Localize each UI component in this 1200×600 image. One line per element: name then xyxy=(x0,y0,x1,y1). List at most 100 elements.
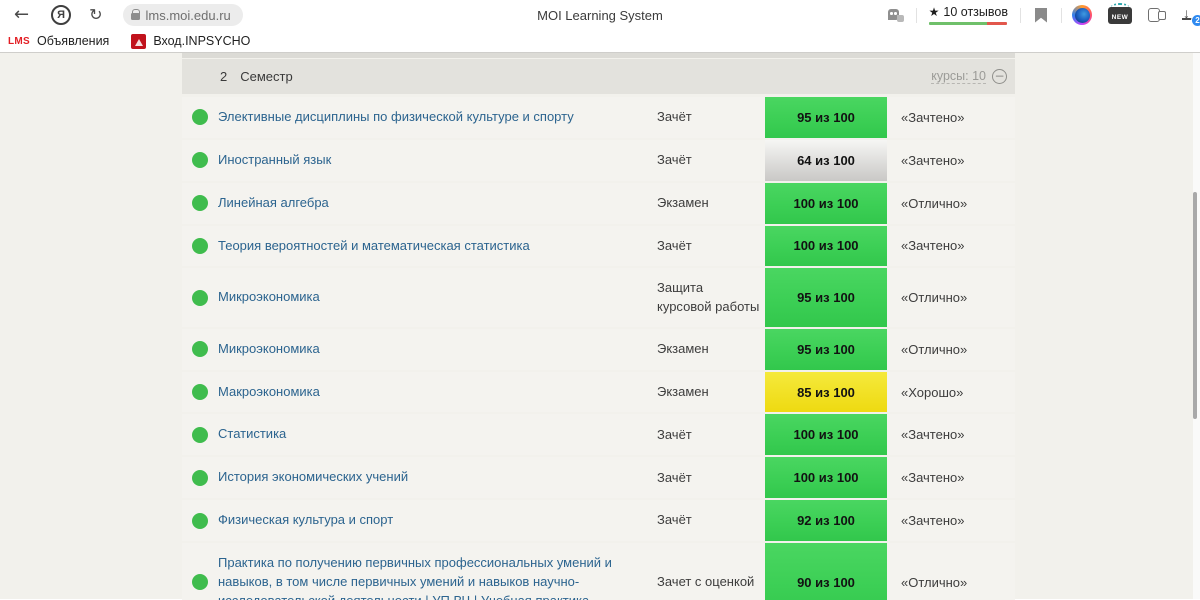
assessment-type: Экзамен xyxy=(657,195,709,211)
inpsycho-favicon xyxy=(131,33,147,49)
refresh-button[interactable]: ↻ xyxy=(89,7,102,23)
assessment-type: Зачёт xyxy=(657,237,692,253)
assessment-type: Экзамен xyxy=(657,341,709,357)
assessment-type: Экзамен xyxy=(657,383,709,399)
course-name-cell: Статистика xyxy=(218,414,657,455)
url-text: lms.moi.edu.ru xyxy=(145,7,231,23)
completed-status-dot xyxy=(192,237,208,254)
semester-2-rows: Элективные дисциплины по физической куль… xyxy=(182,97,1015,600)
course-link[interactable]: История экономических учений xyxy=(218,469,408,484)
course-row: Практика по получению первичных професси… xyxy=(182,542,1015,600)
browser-toolbar: ← Я ↻ lms.moi.edu.ru MOI Learning System… xyxy=(0,0,1200,30)
status-dot-cell xyxy=(182,414,218,455)
assessment-type: Защита курсовой работы xyxy=(657,280,760,314)
semester-2-header: 2 Семестр курсы: 10 − xyxy=(182,59,1015,94)
course-name-cell: Практика по получению первичных професси… xyxy=(218,543,657,600)
gradebook-table: 2 Семестр курсы: 10 − Элективные дисципл… xyxy=(182,53,1015,600)
completed-status-dot xyxy=(192,574,208,591)
lms-favicon: LMS xyxy=(8,35,31,47)
semester-title: Семестр xyxy=(240,69,293,84)
status-dot-cell xyxy=(182,268,218,326)
downloads-count-badge: 2 xyxy=(1191,14,1200,27)
site-reviews-button[interactable]: ★ 10 отзывов xyxy=(928,5,1008,25)
extension-new-icon[interactable]: NEW xyxy=(1108,2,1132,24)
status-dot-cell xyxy=(182,140,218,181)
course-link[interactable]: Линейная алгебра xyxy=(218,195,329,210)
course-link[interactable]: Микроэкономика xyxy=(218,341,320,356)
score-badge: 64 из 100 xyxy=(765,139,887,181)
score-badge: 95 из 100 xyxy=(765,328,887,370)
reviews-rating-bar xyxy=(928,22,1007,25)
lock-icon[interactable] xyxy=(130,9,140,20)
course-row: Линейная алгебра Экзамен 100 из 100 «Отл… xyxy=(182,182,1015,224)
assessment-type: Зачёт xyxy=(657,426,692,442)
collections-icon[interactable] xyxy=(1148,7,1166,23)
courses-count-link[interactable]: курсы: 10 xyxy=(931,69,986,84)
grade-text: «Отлично» xyxy=(901,341,968,357)
extension-browser-icon[interactable] xyxy=(1072,5,1092,25)
toolbar-separator xyxy=(1020,7,1021,23)
completed-status-dot xyxy=(192,469,208,486)
completed-status-dot xyxy=(192,341,208,358)
course-name-cell: Физическая культура и спорт xyxy=(218,500,657,541)
completed-status-dot xyxy=(192,512,208,529)
bookmark-label: Объявления xyxy=(37,34,110,48)
status-dot-cell xyxy=(182,372,218,413)
toolbar-separator xyxy=(1061,7,1062,23)
yandex-browser-icon[interactable]: Я xyxy=(51,5,72,25)
grade-text: «Отлично» xyxy=(901,195,968,211)
score-badge: 90 из 100 xyxy=(765,542,887,600)
score-badge: 100 из 100 xyxy=(765,182,887,224)
assessment-type: Зачёт xyxy=(657,152,692,168)
completed-status-dot xyxy=(192,426,208,443)
course-link[interactable]: Микроэкономика xyxy=(218,289,320,304)
bookmark-flag-icon[interactable] xyxy=(1035,7,1047,23)
grade-text: «Зачтено» xyxy=(901,152,965,168)
course-link[interactable]: Физическая культура и спорт xyxy=(218,512,393,527)
course-link[interactable]: Иностранный язык xyxy=(218,152,331,167)
course-link[interactable]: Теория вероятностей и математическая ста… xyxy=(218,238,530,253)
course-row: История экономических учений Зачёт 100 и… xyxy=(182,457,1015,499)
bookmark-item-announcements[interactable]: LMS Объявления xyxy=(8,34,109,48)
score-badge: 85 из 100 xyxy=(765,371,887,413)
assessment-type: Зачёт xyxy=(657,109,692,125)
semester-number: 2 xyxy=(220,69,228,84)
course-name-cell: Микроэкономика xyxy=(218,277,657,318)
bookmark-item-inpsycho[interactable]: Вход.INPSYCHO xyxy=(131,33,250,49)
completed-status-dot xyxy=(192,152,208,169)
course-row: Статистика Зачёт 100 из 100 «Зачтено» xyxy=(182,414,1015,456)
status-dot-cell xyxy=(182,329,218,370)
address-bar[interactable]: lms.moi.edu.ru xyxy=(122,4,243,26)
course-link[interactable]: Элективные дисциплины по физической куль… xyxy=(218,109,574,124)
status-dot-cell xyxy=(182,97,218,138)
completed-status-dot xyxy=(192,195,208,212)
downloads-button[interactable]: ↓ 2 xyxy=(1180,5,1200,27)
course-name-cell: Иностранный язык xyxy=(218,140,657,181)
course-row: Иностранный язык Зачёт 64 из 100 «Зачтен… xyxy=(182,139,1015,181)
course-name-cell: Макроэкономика xyxy=(218,372,657,413)
completed-status-dot xyxy=(192,109,208,126)
course-row: Элективные дисциплины по физической куль… xyxy=(182,97,1015,138)
assessment-type: Зачёт xyxy=(657,469,692,485)
grade-text: «Зачтено» xyxy=(901,513,965,529)
completed-status-dot xyxy=(192,289,208,306)
course-row: Физическая культура и спорт Зачёт 92 из … xyxy=(182,500,1015,541)
course-link[interactable]: Статистика xyxy=(218,426,286,441)
grade-text: «Отлично» xyxy=(901,290,968,306)
back-button[interactable]: ← xyxy=(14,6,29,24)
status-dot-cell xyxy=(182,500,218,541)
vertical-scrollbar-track[interactable] xyxy=(1193,53,1200,599)
score-badge: 100 из 100 xyxy=(765,457,887,499)
vertical-scrollbar-thumb[interactable] xyxy=(1193,192,1197,419)
protect-icon[interactable] xyxy=(887,8,904,22)
course-name-cell: Элективные дисциплины по физической куль… xyxy=(218,97,657,138)
toolbar-right-icons: ★ 10 отзывов NEW ↓ 2 xyxy=(887,0,1200,30)
score-badge: 95 из 100 xyxy=(765,97,887,138)
collapse-section-button[interactable]: − xyxy=(992,69,1007,84)
status-dot-cell xyxy=(182,457,218,498)
course-link[interactable]: Макроэкономика xyxy=(218,384,320,399)
previous-section-edge xyxy=(182,53,1015,58)
star-icon: ★ xyxy=(928,5,940,19)
course-link[interactable]: Практика по получению первичных професси… xyxy=(218,555,612,600)
course-name-cell: Микроэкономика xyxy=(218,329,657,370)
